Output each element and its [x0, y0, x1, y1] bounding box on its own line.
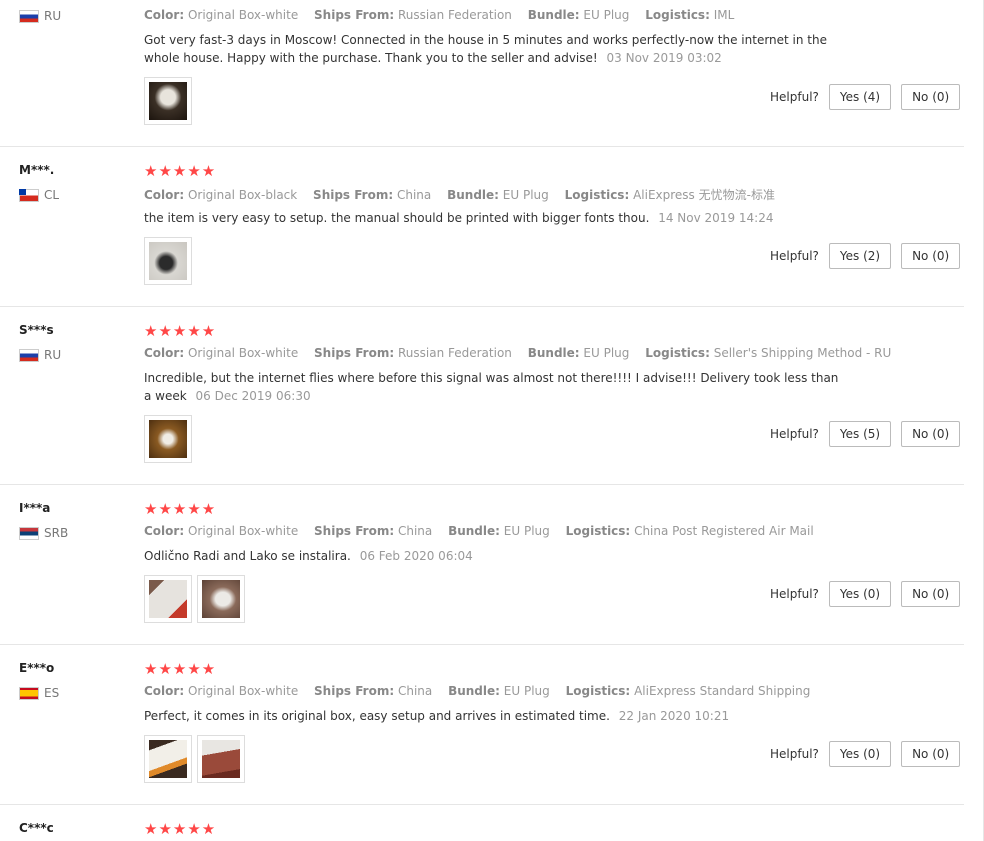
- review-photo[interactable]: [197, 575, 245, 623]
- attr-ships-from: Russian Federation: [397, 8, 512, 22]
- helpful-label: Helpful?: [770, 427, 819, 441]
- reviewer-country: RU: [19, 348, 61, 362]
- review-photos: [144, 237, 192, 285]
- reviewer-country: CL: [19, 188, 59, 202]
- review-photo[interactable]: [144, 237, 192, 285]
- review-date: 22 Jan 2020 10:21: [618, 709, 730, 723]
- rating-stars: ★★★★★: [144, 500, 217, 518]
- rating-stars: ★★★★★: [144, 162, 217, 180]
- review-photo[interactable]: [144, 575, 192, 623]
- country-code: ES: [44, 686, 60, 700]
- review-item: M***. CL ★★★★★ Color: Original Box-black…: [0, 147, 964, 307]
- review-date: 14 Nov 2019 14:24: [658, 211, 774, 225]
- attr-color: Original Box-white: [187, 684, 299, 698]
- country-code: RU: [44, 9, 62, 23]
- review-item: C***c ★★★★★: [0, 805, 964, 841]
- review-text: Incredible, but the internet flies where…: [144, 371, 839, 403]
- review-photo[interactable]: [144, 77, 192, 125]
- helpful-no-button[interactable]: No (0): [901, 243, 961, 269]
- flag-serbia-icon: [19, 526, 39, 540]
- helpful-label: Helpful?: [770, 249, 819, 263]
- reviewer-name: M***.: [19, 163, 55, 177]
- helpful-no-button[interactable]: No (0): [901, 84, 961, 110]
- helpful-no-button[interactable]: No (0): [901, 741, 961, 767]
- attr-bundle: EU Plug: [583, 8, 630, 22]
- review-date: 06 Feb 2020 06:04: [359, 549, 473, 563]
- flag-russia-icon: [19, 348, 39, 362]
- review-text: Perfect, it comes in its original box, e…: [144, 709, 730, 723]
- helpful-vote: Helpful? Yes (0) No (0): [770, 581, 961, 607]
- rating-stars: ★★★★★: [144, 820, 217, 838]
- review-photos: [144, 415, 192, 463]
- reviewer-name: I***a: [19, 501, 51, 515]
- reviewer-country: SRB: [19, 526, 68, 540]
- attr-ships-from: China: [397, 684, 433, 698]
- attr-ships-from: China: [396, 188, 432, 202]
- review-attributes: Color: Original Box-black Ships From: Ch…: [144, 188, 775, 202]
- review-item: E***o ES ★★★★★ Color: Original Box-white…: [0, 645, 964, 805]
- rating-stars: ★★★★★: [144, 660, 217, 678]
- attr-logistics: China Post Registered Air Mail: [634, 524, 814, 538]
- helpful-label: Helpful?: [770, 747, 819, 761]
- reviewer-name: C***c: [19, 821, 54, 835]
- review-item: RU Color: Original Box-white Ships From:…: [0, 0, 964, 147]
- rating-stars: ★★★★★: [144, 322, 217, 340]
- flag-russia-icon: [19, 9, 39, 23]
- review-attributes: Color: Original Box-white Ships From: Ru…: [144, 346, 892, 360]
- reviewer-country: ES: [19, 686, 59, 700]
- helpful-yes-button[interactable]: Yes (0): [828, 741, 892, 767]
- helpful-yes-button[interactable]: Yes (4): [828, 84, 892, 110]
- review-photos: [144, 77, 192, 125]
- review-photo[interactable]: [144, 415, 192, 463]
- reviewer-country: RU: [19, 9, 61, 23]
- reviewer-name: S***s: [19, 323, 54, 337]
- attr-logistics: IML: [713, 8, 735, 22]
- attr-color: Original Box-black: [187, 188, 298, 202]
- helpful-yes-button[interactable]: Yes (0): [828, 581, 892, 607]
- helpful-vote: Helpful? Yes (2) No (0): [770, 243, 961, 269]
- attr-color: Original Box-white: [187, 524, 299, 538]
- country-code: RU: [44, 348, 62, 362]
- attr-logistics: Seller's Shipping Method - RU: [713, 346, 892, 360]
- attr-ships-from: China: [397, 524, 433, 538]
- country-code: SRB: [44, 526, 69, 540]
- helpful-no-button[interactable]: No (0): [901, 581, 961, 607]
- review-photo[interactable]: [197, 735, 245, 783]
- attr-ships-from: Russian Federation: [397, 346, 512, 360]
- helpful-vote: Helpful? Yes (4) No (0): [770, 84, 961, 110]
- attr-bundle: EU Plug: [503, 524, 550, 538]
- attr-color: Original Box-white: [187, 346, 299, 360]
- review-photos: [144, 735, 245, 783]
- review-date: 03 Nov 2019 03:02: [606, 51, 722, 65]
- helpful-label: Helpful?: [770, 90, 819, 104]
- helpful-yes-button[interactable]: Yes (5): [828, 421, 892, 447]
- review-attributes: Color: Original Box-white Ships From: Ch…: [144, 524, 814, 538]
- review-text: the item is very easy to setup. the manu…: [144, 211, 774, 225]
- review-text: Got very fast-3 days in Moscow! Connecte…: [144, 33, 827, 65]
- attr-logistics: AliExpress 无忧物流-标准: [633, 188, 775, 202]
- helpful-label: Helpful?: [770, 587, 819, 601]
- attr-bundle: EU Plug: [502, 188, 549, 202]
- flag-spain-icon: [19, 686, 39, 700]
- review-date: 06 Dec 2019 06:30: [195, 389, 311, 403]
- helpful-vote: Helpful? Yes (0) No (0): [770, 741, 961, 767]
- flag-chile-icon: [19, 188, 39, 202]
- review-item: I***a SRB ★★★★★ Color: Original Box-whit…: [0, 485, 964, 645]
- country-code: CL: [44, 188, 60, 202]
- helpful-no-button[interactable]: No (0): [901, 421, 961, 447]
- attr-color: Original Box-white: [187, 8, 299, 22]
- helpful-yes-button[interactable]: Yes (2): [828, 243, 892, 269]
- review-photos: [144, 575, 245, 623]
- attr-bundle: EU Plug: [503, 684, 550, 698]
- review-photo[interactable]: [144, 735, 192, 783]
- review-item: S***s RU ★★★★★ Color: Original Box-white…: [0, 307, 964, 485]
- review-attributes: Color: Original Box-white Ships From: Ru…: [144, 8, 735, 22]
- helpful-vote: Helpful? Yes (5) No (0): [770, 421, 961, 447]
- review-text: Odlično Radi and Lako se instalira. 06 F…: [144, 549, 473, 563]
- attr-bundle: EU Plug: [583, 346, 630, 360]
- reviewer-name: E***o: [19, 661, 55, 675]
- attr-logistics: AliExpress Standard Shipping: [634, 684, 811, 698]
- review-attributes: Color: Original Box-white Ships From: Ch…: [144, 684, 811, 698]
